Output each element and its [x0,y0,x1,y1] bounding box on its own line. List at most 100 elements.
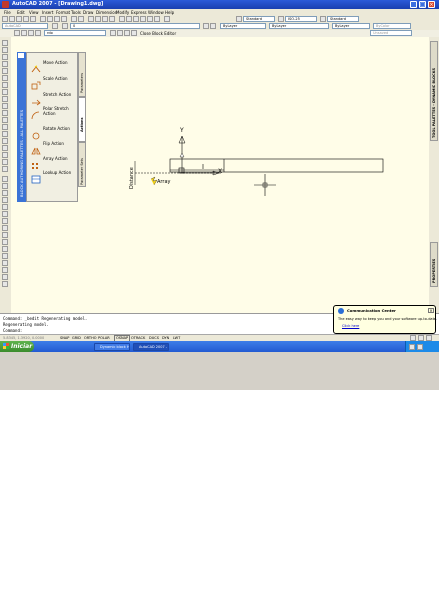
spline-icon[interactable] [2,96,8,102]
table-style-select[interactable]: Standard [327,16,359,22]
rectangle-icon[interactable] [2,68,8,74]
ellipse-icon[interactable] [2,103,8,109]
save-block-as-icon[interactable] [28,30,34,36]
construction-line-icon[interactable] [2,47,8,53]
dim-style-select[interactable]: ISO-25 [285,16,317,22]
layer-previous-icon[interactable] [210,23,216,29]
lineweight-select[interactable]: ByLayer [332,23,370,29]
visibility-icon[interactable] [131,30,137,36]
tab-actions[interactable]: Actions [78,97,86,142]
preview-icon[interactable] [30,16,36,22]
table-icon[interactable] [2,159,8,165]
plotstyle-select[interactable]: ByColor [373,23,411,29]
save-block-icon[interactable] [21,30,27,36]
close-button[interactable]: × [428,1,435,8]
arc-icon[interactable] [2,75,8,81]
menu-file[interactable]: File [4,9,11,16]
calculator-icon[interactable] [154,16,160,22]
print-icon[interactable] [23,16,29,22]
properties-icon[interactable] [119,16,125,22]
menu-insert[interactable]: Insert [42,9,53,16]
rotate-icon[interactable] [2,218,8,224]
mirror-icon[interactable] [2,190,8,196]
properties-tab[interactable]: PROPERTIES [430,242,438,287]
polyline-icon[interactable] [2,54,8,60]
balloon-close-icon[interactable]: × [428,308,434,313]
parameter-icon[interactable] [117,30,123,36]
move-icon[interactable] [2,211,8,217]
action-icon[interactable] [124,30,130,36]
palette-item-array-action[interactable]: Array Action [31,153,77,169]
tool-palettes-tab[interactable]: TOOL PALETTES - DYNAMIC BLOCKS [430,41,438,141]
autocad-app-icon[interactable] [2,1,9,8]
scale-icon[interactable] [2,225,8,231]
task-dynamic-block-help[interactable]: Dynamic block Help [94,343,130,351]
insert-block-icon[interactable] [2,117,8,123]
distance-parameter-label[interactable]: Distance [129,167,135,189]
layer-manager-icon[interactable] [62,23,68,29]
cut-icon[interactable] [40,16,46,22]
help-icon[interactable] [164,16,170,22]
menu-express[interactable]: Express [131,9,147,16]
new-icon[interactable] [2,16,8,22]
tab-parameters[interactable]: Parameters [78,52,86,97]
edit-block-icon[interactable] [14,30,20,36]
workspace-select[interactable]: AutoCAD [2,23,48,29]
balloon-link[interactable]: Click here [342,324,359,328]
erase-icon[interactable] [2,176,8,182]
maximize-button[interactable]: □ [419,1,426,8]
multiline-text-icon[interactable] [2,166,8,172]
line-icon[interactable] [2,40,8,46]
layer-select[interactable]: 0 [70,23,200,29]
menu-dimension[interactable]: Dimension [96,9,117,16]
array-icon[interactable] [2,204,8,210]
ellipse-arc-icon[interactable] [2,110,8,116]
menu-help[interactable]: Help [165,9,174,16]
menu-modify[interactable]: Modify [116,9,129,16]
join-icon[interactable] [2,260,8,266]
hatch-icon[interactable] [2,138,8,144]
linetype-select[interactable]: ByLayer [269,23,329,29]
explode-icon[interactable] [2,281,8,287]
copy-icon[interactable] [47,16,53,22]
palette-item-polar-stretch-action[interactable]: Polar Stretch Action [31,103,77,121]
make-block-icon[interactable] [2,124,8,130]
region-icon[interactable] [2,152,8,158]
text-style-select[interactable]: Standard [243,16,275,22]
task-autocad[interactable]: AutoCAD 2007 - [Dra... [133,343,169,351]
save-icon[interactable] [16,16,22,22]
point-icon[interactable] [2,131,8,137]
offset-icon[interactable] [2,197,8,203]
sheet-set-icon[interactable] [140,16,146,22]
close-block-editor-button[interactable]: Close Block Editor [140,30,176,37]
copy-object-icon[interactable] [2,183,8,189]
minimize-button[interactable]: _ [410,1,417,8]
redo-icon[interactable] [78,16,84,22]
palette-item-move-action[interactable]: Move Action [31,57,77,73]
menu-edit[interactable]: Edit [17,9,25,16]
circle-icon[interactable] [2,82,8,88]
start-button[interactable]: Iniciar [0,341,34,352]
palette-item-rotate-action[interactable]: Rotate Action [31,123,77,140]
revision-cloud-icon[interactable] [2,89,8,95]
trim-icon[interactable] [2,239,8,245]
palette-item-scale-action[interactable]: Scale Action [31,73,77,90]
zoom-previous-icon[interactable] [109,16,115,22]
make-current-layer-icon[interactable] [203,23,209,29]
palette-close-icon[interactable] [18,53,24,58]
undo-icon[interactable] [71,16,77,22]
color-select[interactable]: ByLayer [220,23,266,29]
tab-parameter-sets[interactable]: Parameter Sets [78,142,86,187]
tool-palettes-icon[interactable] [133,16,139,22]
break-icon[interactable] [2,253,8,259]
workspace-settings-icon[interactable] [52,23,58,29]
gradient-icon[interactable] [2,145,8,151]
menu-tools[interactable]: Tools [71,9,81,16]
menu-format[interactable]: Format [56,9,70,16]
paste-icon[interactable] [54,16,60,22]
chamfer-icon[interactable] [2,267,8,273]
fillet-icon[interactable] [2,274,8,280]
match-properties-icon[interactable] [61,16,67,22]
pan-icon[interactable] [88,16,94,22]
network-icon[interactable] [409,344,415,350]
